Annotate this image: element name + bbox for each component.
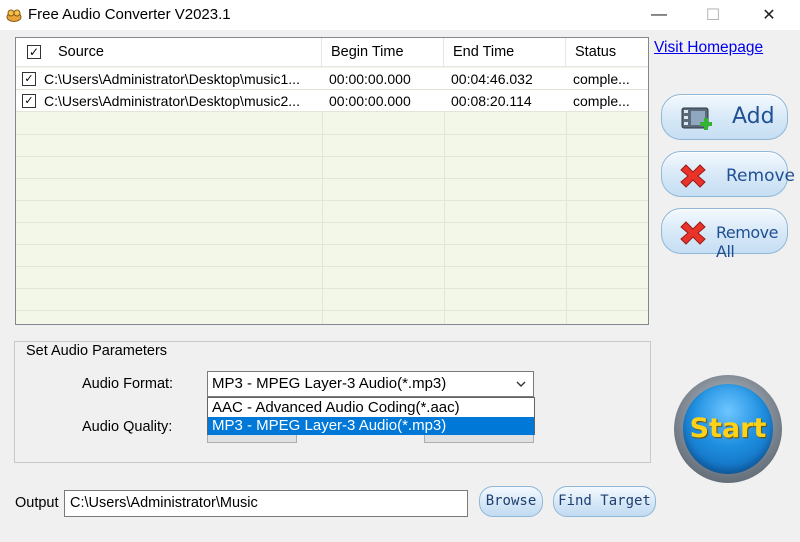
select-all-checkbox[interactable]: ✓ (27, 45, 41, 59)
title-bar: Free Audio Converter V2023.1 — ☐ ✕ (0, 0, 800, 30)
remove-icon (680, 162, 714, 188)
table-row[interactable]: ✓ C:\Users\Administrator\Desktop\music2.… (16, 90, 648, 112)
row-status: comple... (573, 93, 630, 109)
row-divider (16, 200, 648, 201)
audio-format-value: MP3 - MPEG Layer-3 Audio(*.mp3) (212, 375, 447, 392)
row-divider (16, 178, 648, 179)
audio-format-label: Audio Format: (82, 376, 174, 392)
row-end-time: 00:04:46.032 (451, 71, 533, 87)
row-checkbox[interactable]: ✓ (22, 94, 36, 108)
row-checkbox[interactable]: ✓ (22, 72, 36, 86)
visit-homepage-link[interactable]: Visit Homepage (654, 39, 763, 57)
remove-all-button-label: Remove All (716, 223, 778, 261)
column-header-end-time[interactable]: End Time (444, 38, 566, 67)
remove-button[interactable]: Remove (661, 151, 795, 197)
row-end-time: 00:08:20.114 (451, 93, 532, 109)
app-logo-icon (6, 8, 22, 22)
row-divider (16, 244, 648, 245)
column-header-source[interactable]: Source (16, 38, 322, 67)
row-source: C:\Users\Administrator\Desktop\music2... (44, 93, 300, 109)
table-row[interactable]: ✓ C:\Users\Administrator\Desktop\music1.… (16, 68, 648, 90)
start-button-label: Start (689, 413, 767, 444)
row-begin-time: 00:00:00.000 (329, 93, 411, 109)
output-path-field[interactable]: C:\Users\Administrator\Music (64, 490, 468, 517)
audio-format-select[interactable]: MP3 - MPEG Layer-3 Audio(*.mp3) (207, 371, 534, 397)
format-option-aac[interactable]: AAC - Advanced Audio Coding(*.aac) (208, 399, 534, 417)
row-divider (16, 222, 648, 223)
file-list-header: Source Begin Time End Time Status ✓ (16, 38, 648, 67)
remove-all-icon (680, 219, 714, 245)
file-list[interactable]: Source Begin Time End Time Status ✓ ✓ C:… (15, 37, 649, 325)
audio-format-dropdown: AAC - Advanced Audio Coding(*.aac) MP3 -… (207, 397, 535, 435)
minimize-button[interactable]: — (636, 0, 682, 30)
start-button[interactable]: Start (683, 384, 773, 474)
find-target-button[interactable]: Find Target (553, 486, 656, 517)
group-title: Set Audio Parameters (22, 343, 172, 359)
row-begin-time: 00:00:00.000 (329, 71, 411, 87)
remove-button-label: Remove (726, 166, 795, 186)
main-window: Source Begin Time End Time Status ✓ ✓ C:… (0, 30, 800, 542)
row-divider (16, 310, 648, 311)
format-option-mp3[interactable]: MP3 - MPEG Layer-3 Audio(*.mp3) (208, 417, 534, 435)
close-button[interactable]: ✕ (746, 0, 792, 30)
column-header-status[interactable]: Status (566, 38, 648, 67)
maximize-button[interactable]: ☐ (690, 0, 736, 30)
column-header-begin-time[interactable]: Begin Time (322, 38, 444, 67)
add-button-label: Add (732, 104, 775, 129)
row-status: comple... (573, 71, 630, 87)
start-button-ring: Start (674, 375, 782, 483)
audio-quality-label: Audio Quality: (82, 419, 173, 435)
window-title: Free Audio Converter V2023.1 (28, 6, 231, 23)
row-divider (16, 266, 648, 267)
add-button[interactable]: Add (661, 94, 788, 140)
add-file-icon (680, 105, 714, 131)
row-source: C:\Users\Administrator\Desktop\music1... (44, 71, 300, 87)
row-divider (16, 288, 648, 289)
browse-button[interactable]: Browse (479, 486, 543, 517)
row-divider (16, 134, 648, 135)
output-label: Output (15, 495, 59, 511)
row-divider (16, 156, 648, 157)
remove-all-button[interactable]: Remove All (661, 208, 788, 261)
